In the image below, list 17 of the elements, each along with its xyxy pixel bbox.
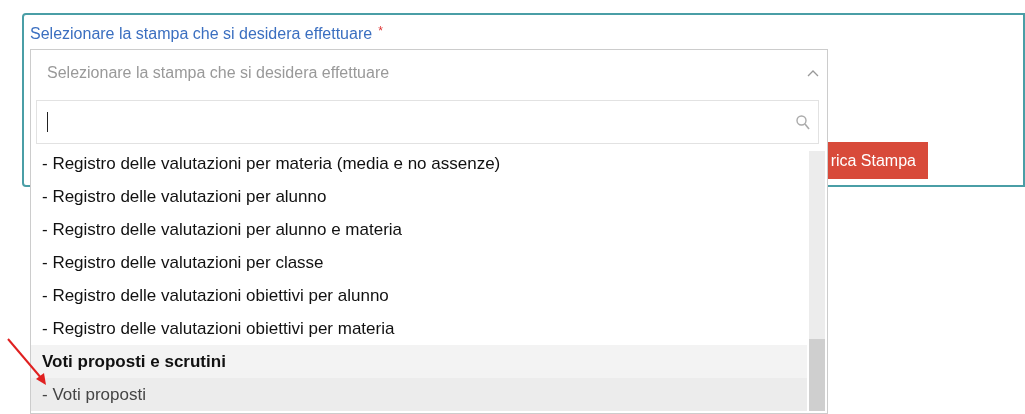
dropdown-option[interactable]: - Registro delle valutazioni obiettivi per materia [31,312,807,345]
required-mark: * [378,24,383,38]
dropdown-option[interactable]: - Registro delle valutazioni obiettivi per alunno [31,279,807,312]
dropdown-option[interactable]: - Registro delle valutazioni per materia (media e no assenze) [31,147,807,180]
search-icon [796,114,810,130]
chevron-up-icon [807,69,819,77]
text-cursor [47,112,48,132]
field-label: Selezionare la stampa che si desidera effettuare * [30,23,383,44]
print-button[interactable]: rica Stampa [828,142,928,179]
dropdown-option[interactable]: - Registro delle valutazioni per classe [31,246,807,279]
dropdown-option[interactable]: - Voti proposti [31,378,807,411]
dropdown-option[interactable]: - Registro delle valutazioni per alunno e materia [31,213,807,246]
scrollbar-thumb[interactable] [809,339,825,411]
option-group-header: Voti proposti e scrutini [31,345,807,378]
dropdown-option[interactable]: - Registro delle valutazioni per alunno [31,180,807,213]
scrollbar-track[interactable] [809,151,825,411]
search-field[interactable] [36,100,819,144]
